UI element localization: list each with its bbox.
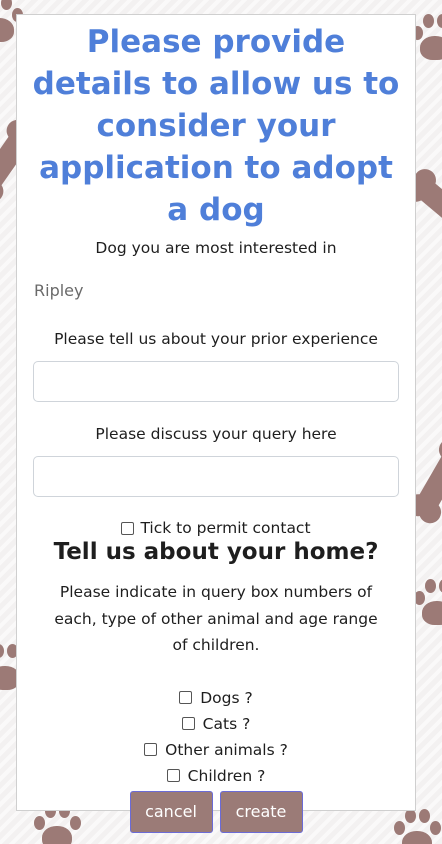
other-animals-checkbox-label: Other animals ? [165, 740, 288, 759]
dogs-checkbox[interactable] [179, 691, 193, 704]
dog-interest-label: Dog you are most interested in [95, 239, 337, 257]
children-checkbox-label: Children ? [187, 766, 266, 785]
create-button[interactable]: create [219, 790, 303, 833]
dog-name-value[interactable]: Ripley [34, 281, 415, 300]
other-animals-check-row: Other animals ? [17, 737, 415, 763]
cats-check-row: Cats ? [17, 711, 415, 737]
home-instructions: Please indicate in query box numbers of … [54, 583, 378, 654]
home-checkbox-list: Dogs ? Cats ? Other animals ? Children ? [17, 685, 415, 789]
adoption-form-card: Please provide details to allow us to co… [16, 14, 416, 833]
dogs-checkbox-label: Dogs ? [200, 688, 253, 707]
other-animals-checkbox[interactable] [144, 743, 158, 756]
cats-checkbox-label: Cats ? [202, 714, 251, 733]
home-section-title: Tell us about your home? [53, 539, 379, 565]
children-checkbox[interactable] [166, 769, 180, 782]
dogs-check-row: Dogs ? [17, 685, 415, 711]
cancel-button[interactable]: cancel [129, 790, 213, 833]
contact-checkbox[interactable] [121, 521, 135, 535]
cats-checkbox[interactable] [181, 717, 195, 730]
query-label: Please discuss your query here [95, 425, 337, 443]
form-heading: Please provide details to allow us to co… [32, 24, 400, 228]
children-check-row: Children ? [17, 763, 415, 789]
experience-input[interactable] [33, 361, 399, 402]
contact-permission-row: Tick to permit contact [17, 519, 415, 537]
bone-decoration [412, 445, 442, 517]
experience-label: Please tell us about your prior experien… [54, 330, 378, 348]
query-input[interactable] [33, 456, 399, 497]
contact-checkbox-label: Tick to permit contact [140, 519, 311, 537]
form-actions: cancel create [17, 790, 415, 833]
